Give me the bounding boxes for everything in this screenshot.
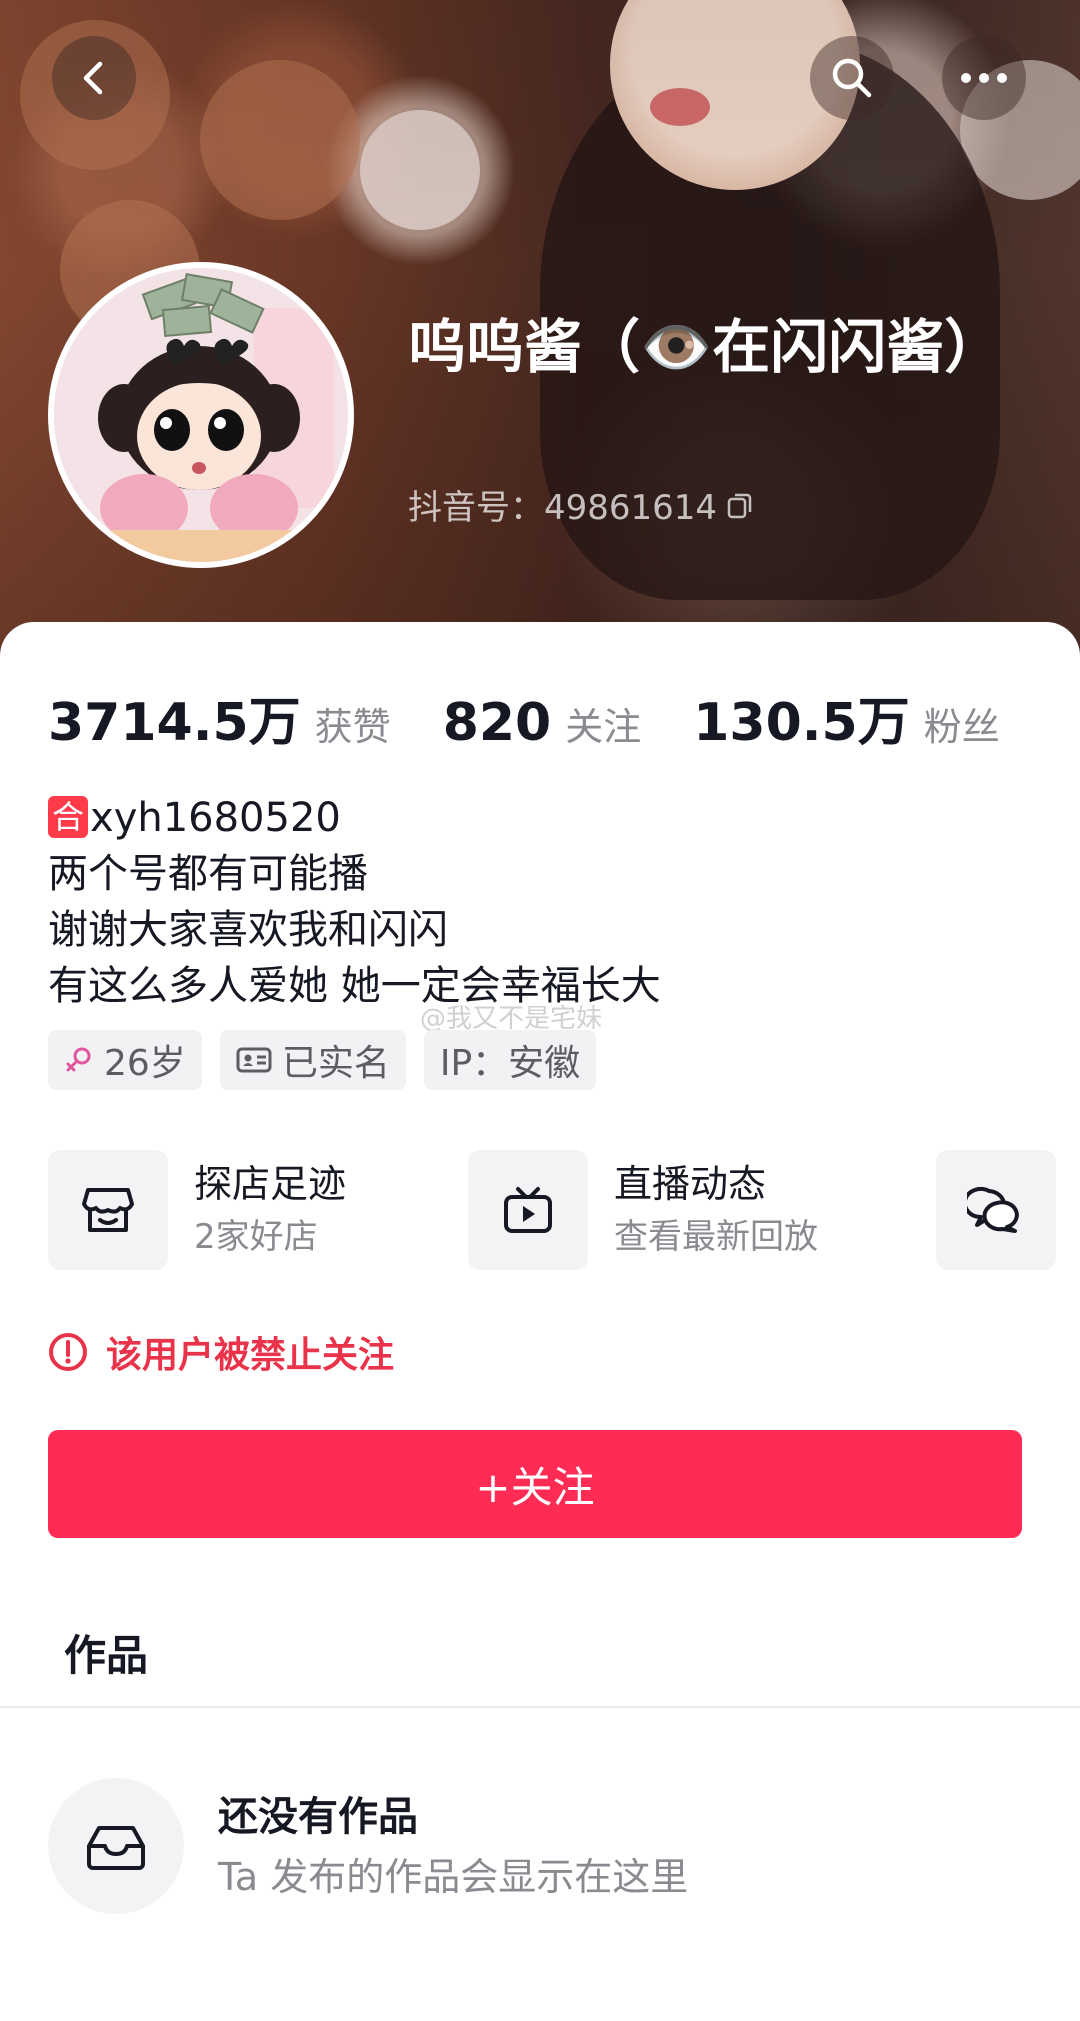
more-button[interactable] <box>942 36 1026 120</box>
stats-row: 3714.5万 获赞 820 关注 130.5万 粉丝 <box>48 680 1052 755</box>
tv-icon <box>504 1187 552 1233</box>
followers-label[interactable]: 粉丝 <box>924 696 1000 751</box>
likes-count: 3714.5万 <box>48 693 301 753</box>
empty-works-text: 还没有作品 Ta 发布的作品会显示在这里 <box>218 1786 688 1906</box>
store-icon-box <box>48 1150 168 1270</box>
search-button[interactable] <box>810 36 894 120</box>
followers-count[interactable]: 130.5万 <box>693 680 909 755</box>
empty-works-title: 还没有作品 <box>218 1794 418 1840</box>
tab-divider <box>0 1706 1080 1708</box>
alert-circle-icon <box>49 1333 87 1371</box>
shop-visits-entry[interactable]: 探店足迹 2家好店 <box>48 1150 346 1270</box>
group-chat-entry[interactable] <box>936 1150 1056 1270</box>
bio-line: 两个号都有可能播 <box>48 851 368 897</box>
tab-works[interactable]: 作品 <box>64 1622 148 1683</box>
inbox-icon-box <box>48 1778 184 1914</box>
back-arrow-icon <box>83 61 103 95</box>
follow-banned-notice: 该用户被禁止关注 <box>48 1326 394 1378</box>
bio-line: 合 xyh1680520 <box>48 790 1028 846</box>
bio-line-text: xyh1680520 <box>90 795 341 841</box>
live-updates-title: 直播动态 <box>614 1162 767 1206</box>
id-card-icon <box>236 1047 272 1073</box>
shop-visits-title: 探店足迹 <box>194 1162 347 1206</box>
live-updates-entry[interactable]: 直播动态 查看最新回放 <box>468 1150 818 1270</box>
profile-nickname: 呜呜酱（👁️在闪闪酱） <box>408 313 1003 381</box>
verified-text: 已实名 <box>281 1043 390 1084</box>
collab-badge: 合 <box>48 796 89 838</box>
shop-visits-text: 探店足迹 2家好店 <box>194 1157 346 1263</box>
follow-button[interactable]: +关注 <box>48 1430 1022 1538</box>
following-count[interactable]: 820 <box>443 693 552 753</box>
female-icon <box>66 1047 91 1072</box>
following-label[interactable]: 关注 <box>565 696 641 751</box>
verified-tag: 已实名 <box>219 1030 406 1090</box>
avatar-illustration <box>54 268 348 562</box>
inbox-icon <box>87 1826 145 1870</box>
store-icon <box>82 1188 134 1232</box>
tv-icon-box <box>468 1150 588 1270</box>
search-icon <box>832 58 872 98</box>
services-row: 探店足迹 2家好店 直播动态 查看最新回放 <box>48 1150 1080 1270</box>
bio-line: 谢谢大家喜欢我和闪闪 <box>48 907 448 953</box>
live-updates-text: 直播动态 查看最新回放 <box>614 1157 818 1263</box>
empty-works-subtitle: Ta 发布的作品会显示在这里 <box>218 1855 689 1899</box>
back-button[interactable] <box>52 36 136 120</box>
more-icon <box>961 73 1007 83</box>
chat-icon <box>967 1187 1019 1233</box>
profile-tags: 26岁 已实名 IP：安徽 <box>48 1030 597 1090</box>
likes-label: 获赞 <box>314 705 391 749</box>
follow-banned-text: 该用户被禁止关注 <box>106 1335 395 1376</box>
douyin-id[interactable]: 抖音号：49861614 <box>408 480 753 529</box>
shop-visits-subtitle: 2家好店 <box>194 1217 318 1257</box>
copy-icon[interactable] <box>727 491 753 519</box>
age-tag: 26岁 <box>48 1030 202 1090</box>
empty-works-state: 还没有作品 Ta 发布的作品会显示在这里 <box>48 1778 688 1914</box>
chat-icon-box <box>936 1150 1056 1270</box>
ip-tag: IP：安徽 <box>423 1030 597 1090</box>
ip-text: IP：安徽 <box>439 1043 581 1084</box>
age-text: 26岁 <box>104 1043 186 1084</box>
avatar[interactable] <box>48 262 354 568</box>
douyin-id-text: 抖音号：49861614 <box>408 488 718 528</box>
live-updates-subtitle: 查看最新回放 <box>614 1217 818 1257</box>
profile-bio: 合 xyh1680520 两个号都有可能播 谢谢大家喜欢我和闪闪 有这么多人爱她 … <box>48 790 1028 1014</box>
